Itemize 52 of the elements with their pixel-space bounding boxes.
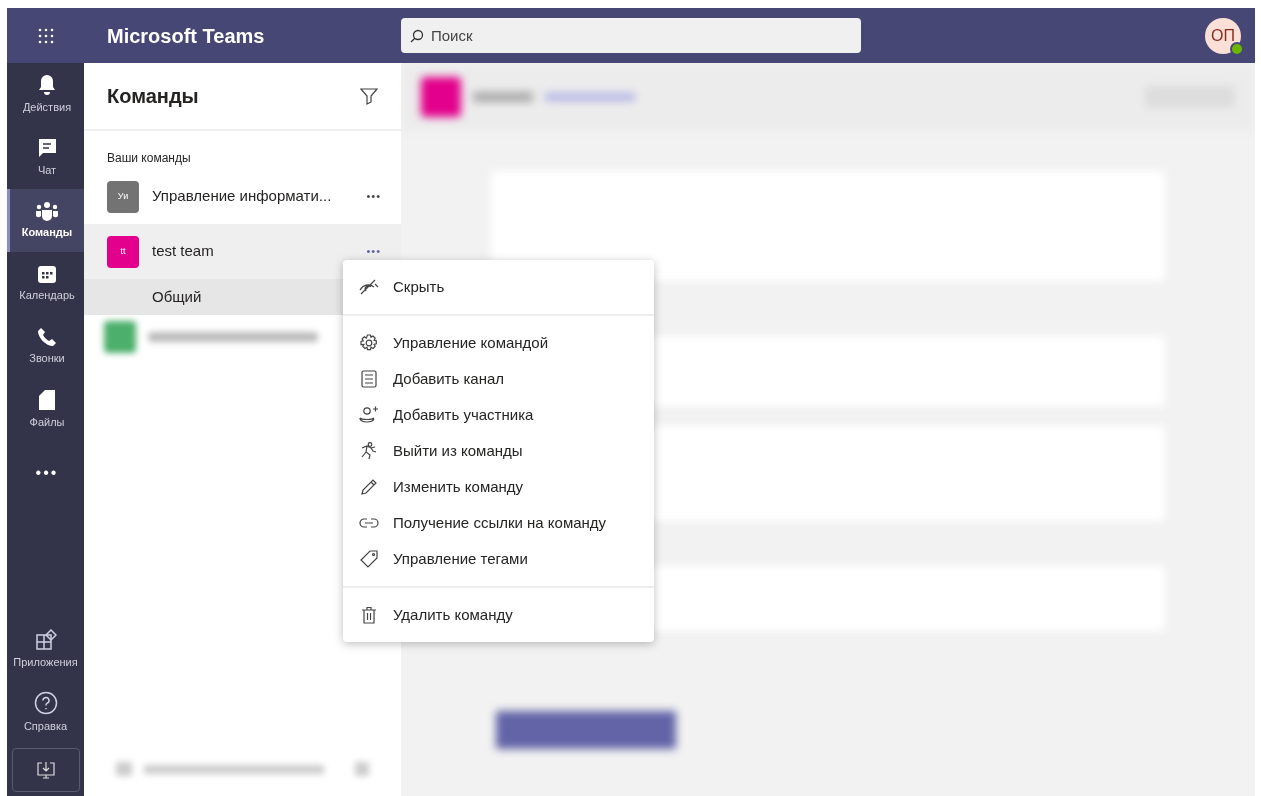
more-apps-button[interactable]: ••• bbox=[7, 441, 84, 504]
team-item[interactable]: tt test team ••• bbox=[84, 224, 401, 279]
calendar-icon bbox=[37, 263, 57, 284]
app-launcher-icon[interactable] bbox=[37, 27, 54, 44]
more-options-button[interactable]: ••• bbox=[366, 243, 381, 260]
menu-item[interactable]: Получение ссылки на команду bbox=[343, 505, 654, 541]
team-icon bbox=[35, 200, 59, 221]
rail-tab[interactable]: Действия bbox=[7, 63, 84, 126]
rail-tab[interactable]: Команды bbox=[7, 189, 84, 252]
running-figure-icon bbox=[359, 442, 379, 460]
channel-list-icon bbox=[361, 370, 377, 388]
download-button[interactable] bbox=[11, 748, 80, 792]
apps-icon bbox=[34, 628, 57, 651]
chat-icon bbox=[36, 136, 58, 159]
help-icon bbox=[33, 690, 58, 715]
team-name: test team bbox=[152, 241, 215, 262]
phone-icon bbox=[37, 326, 57, 347]
rail-tab[interactable]: Файлы bbox=[7, 378, 84, 441]
file-icon bbox=[38, 388, 56, 411]
team-item[interactable]: Уи Управление информати... ••• bbox=[84, 169, 401, 224]
team-avatar: tt bbox=[107, 235, 139, 268]
eye-slash-icon bbox=[359, 279, 379, 295]
person-add-icon bbox=[359, 406, 379, 424]
menu-item[interactable]: Управление командой bbox=[343, 325, 654, 361]
team-name: Управление информати... bbox=[152, 186, 333, 207]
menu-item[interactable]: Изменить команду bbox=[343, 469, 654, 505]
menu-item[interactable]: Удалить команду bbox=[343, 597, 654, 633]
menu-item[interactable]: Добавить участника bbox=[343, 397, 654, 433]
rail-tab[interactable]: Приложения bbox=[7, 618, 84, 681]
link-icon bbox=[359, 517, 379, 529]
tag-icon bbox=[360, 550, 378, 568]
more-options-button[interactable]: ••• bbox=[366, 188, 381, 205]
download-icon bbox=[35, 760, 56, 780]
trash-icon bbox=[361, 606, 377, 624]
rail-tab[interactable]: Чат bbox=[7, 126, 84, 189]
filter-icon[interactable] bbox=[359, 86, 379, 106]
search-icon bbox=[410, 29, 424, 43]
rail-tab[interactable]: Справка bbox=[7, 681, 84, 744]
bell-icon bbox=[37, 73, 57, 96]
menu-item[interactable]: Добавить канал bbox=[343, 361, 654, 397]
panel-title: Команды bbox=[107, 84, 199, 109]
settings-icon bbox=[360, 334, 378, 352]
user-avatar[interactable]: ОП bbox=[1205, 17, 1241, 54]
search-field[interactable]: Поиск bbox=[401, 18, 861, 53]
section-heading: Ваши команды bbox=[107, 151, 191, 165]
menu-item[interactable]: Выйти из команды bbox=[343, 433, 654, 469]
rail-tab[interactable]: Звонки bbox=[7, 315, 84, 378]
app-title: Microsoft Teams bbox=[107, 24, 265, 47]
rail-tab[interactable]: Календарь bbox=[7, 252, 84, 315]
team-avatar: Уи bbox=[107, 180, 139, 213]
menu-item[interactable]: Управление тегами bbox=[343, 541, 654, 577]
pencil-icon bbox=[360, 478, 378, 496]
